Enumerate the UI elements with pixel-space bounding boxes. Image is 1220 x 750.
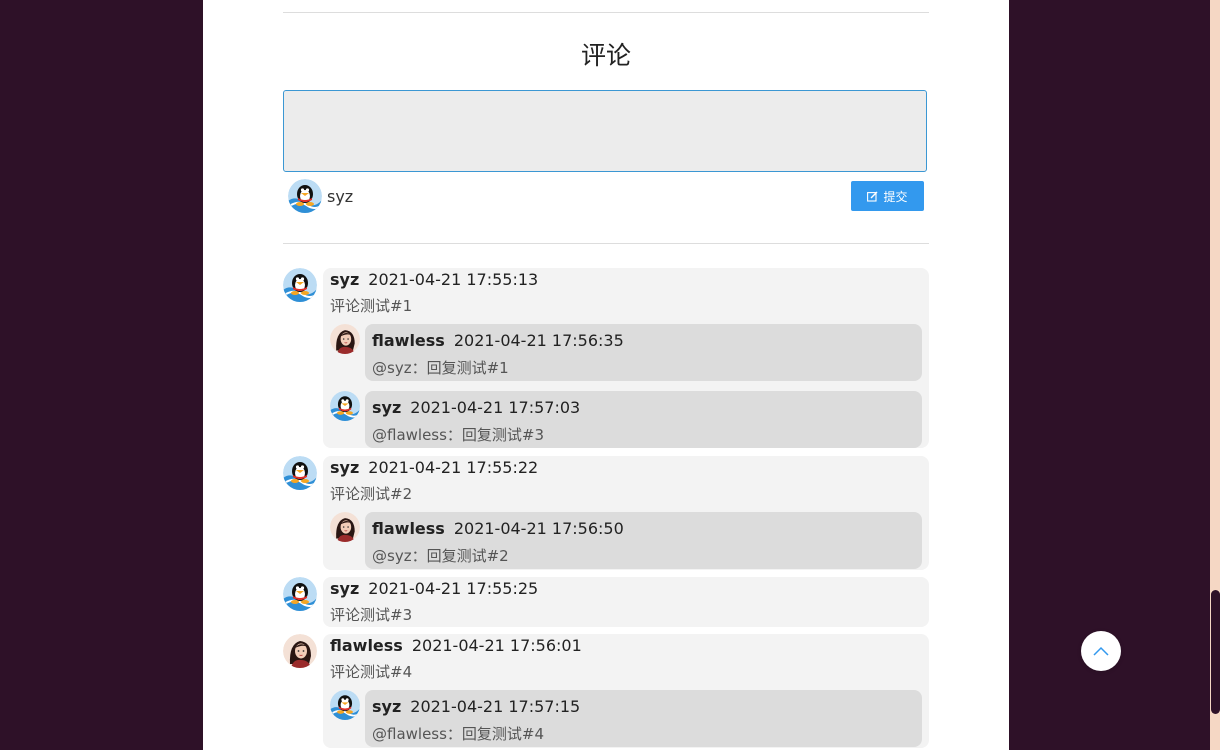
reply-author[interactable]: flawless	[372, 519, 445, 538]
comment-time: 2021-04-21 17:56:01	[411, 636, 582, 655]
submit-button-label: 提交	[883, 189, 908, 204]
reply-time: 2021-04-21 17:56:50	[453, 519, 624, 538]
comment-time: 2021-04-21 17:55:22	[368, 458, 539, 477]
comment-time: 2021-04-21 17:55:25	[368, 579, 539, 598]
reply-author[interactable]: syz	[372, 697, 401, 716]
comment-body: syz 2021-04-21 17:55:22 评论测试#2 flawless 20…	[323, 456, 929, 570]
comment-section-title: 评论	[580, 41, 631, 70]
comment-body: syz 2021-04-21 17:55:13 评论测试#1 flawless 20…	[323, 268, 929, 448]
avatar	[283, 268, 317, 302]
reply-text: @syz：回复测试#2	[372, 547, 509, 565]
reply-body[interactable]: syz 2021-04-21 17:57:03 @flawless：回复测试#3	[365, 391, 922, 448]
page-content: 评论 syz 提交 syz 2021-04-21 17:55:13 评论测试#1 …	[203, 0, 1009, 750]
avatar	[330, 512, 360, 542]
comment-author[interactable]: syz	[330, 579, 359, 598]
top-divider	[283, 12, 929, 13]
reply-body[interactable]: syz 2021-04-21 17:57:15 @flawless：回复测试#4	[365, 690, 922, 747]
comment-author[interactable]: syz	[330, 270, 359, 289]
current-user: syz	[288, 179, 353, 213]
back-to-top-button[interactable]	[1081, 631, 1121, 671]
comment-text: 评论测试#3	[330, 606, 413, 624]
submit-button[interactable]: 提交	[851, 181, 924, 211]
reply-body[interactable]: flawless 2021-04-21 17:56:50 @syz：回复测试#2	[365, 512, 922, 569]
edit-icon	[867, 191, 878, 202]
comment-text: 评论测试#4	[330, 663, 413, 681]
comment-time: 2021-04-21 17:55:13	[368, 270, 539, 289]
comment-author[interactable]: flawless	[330, 636, 403, 655]
avatar	[330, 391, 360, 421]
comment-text: 评论测试#2	[330, 485, 413, 503]
reply-text: @flawless：回复测试#4	[372, 725, 545, 743]
avatar	[283, 456, 317, 490]
reply-time: 2021-04-21 17:57:03	[410, 398, 581, 417]
reply-text: @flawless：回复测试#3	[372, 426, 545, 444]
avatar	[330, 324, 360, 354]
avatar	[288, 179, 322, 213]
comment-body: flawless 2021-04-21 17:56:01 评论测试#4 syz 20…	[323, 634, 929, 748]
reply-author[interactable]: syz	[372, 398, 401, 417]
avatar	[283, 577, 317, 611]
comment-body: syz 2021-04-21 17:55:25 评论测试#3	[323, 577, 929, 627]
comment-text: 评论测试#1	[330, 297, 413, 315]
reply-author[interactable]: flawless	[372, 331, 445, 350]
section-divider	[283, 243, 929, 244]
reply-text: @syz：回复测试#1	[372, 359, 509, 377]
avatar	[283, 634, 317, 668]
comment-author[interactable]: syz	[330, 458, 359, 477]
scrollbar-thumb[interactable]	[1211, 590, 1220, 714]
reply-time: 2021-04-21 17:57:15	[410, 697, 581, 716]
chevron-up-icon	[1093, 646, 1109, 656]
reply-body[interactable]: flawless 2021-04-21 17:56:35 @syz：回复测试#1	[365, 324, 922, 381]
comment-input[interactable]	[283, 90, 927, 172]
current-user-name: syz	[327, 186, 354, 206]
avatar	[330, 690, 360, 720]
reply-time: 2021-04-21 17:56:35	[453, 331, 624, 350]
